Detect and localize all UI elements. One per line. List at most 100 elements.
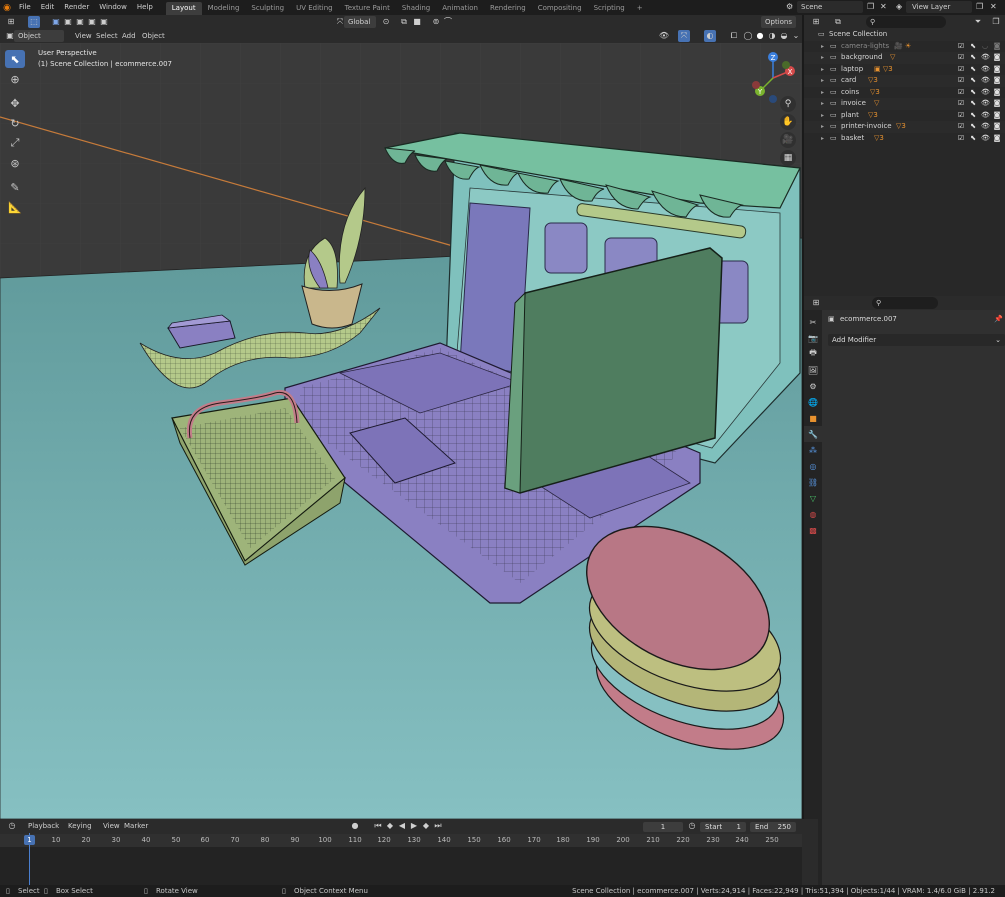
snap-icon[interactable]: ⧉ — [398, 16, 410, 28]
selectable-icon[interactable]: ⬉ — [969, 87, 977, 99]
current-frame-field[interactable]: 1 — [643, 822, 683, 832]
exclude-checkbox-icon[interactable]: ☑ — [957, 121, 965, 133]
move-tool-icon[interactable]: ✥ — [5, 94, 25, 112]
timeline-track-area[interactable] — [0, 847, 802, 885]
gizmo-toggle-icon[interactable]: ⤧ — [678, 30, 690, 42]
view-layer-tab-icon[interactable]: 🖼 — [804, 362, 822, 378]
select-intersect-icon[interactable]: ▣ — [98, 16, 110, 28]
tab-shading[interactable]: Shading — [396, 2, 436, 15]
rendered-shading-icon[interactable]: ◒ — [778, 30, 790, 42]
outliner-item[interactable]: ▸ ▭ basket ▽3 ☑ ⬉ 👁 ◙ — [804, 133, 1005, 145]
visibility-icon[interactable]: 👁 — [658, 30, 670, 42]
solid-shading-icon[interactable]: ● — [754, 30, 766, 42]
outliner-item[interactable]: ▸ ▭ camera-lights 🎥 ☀ ☑ ⬉ ◡ ◙ — [804, 41, 1005, 53]
zoom-icon[interactable]: ⚲ — [780, 96, 796, 112]
select-box-tool-icon[interactable]: ⬉ — [5, 50, 25, 68]
render-camera-icon[interactable]: ◙ — [993, 52, 1001, 64]
exclude-checkbox-icon[interactable]: ☑ — [957, 64, 965, 76]
menu-render[interactable]: Render — [59, 0, 94, 15]
rotate-tool-icon[interactable]: ↻ — [5, 114, 25, 132]
select-tool-icon[interactable]: ⬚ — [28, 16, 40, 28]
exclude-checkbox-icon[interactable]: ☑ — [957, 98, 965, 110]
expand-arrow-icon[interactable]: ▸ — [821, 52, 824, 64]
object-mode-select[interactable]: Object Mode — [14, 30, 64, 52]
editor-type-icon[interactable]: ⊞ — [5, 16, 17, 28]
camera-view-icon[interactable]: 🎥 — [780, 132, 796, 148]
start-frame-field[interactable]: Start 1 — [700, 822, 746, 832]
outliner-item[interactable]: ▸ ▭ laptop ▣ ▽3 ☑ ⬉ 👁 ◙ — [804, 64, 1005, 76]
view-layer-selector[interactable]: View Layer — [906, 1, 972, 13]
annotate-tool-icon[interactable]: ✎ — [5, 178, 25, 196]
outliner-item[interactable]: ▸ ▭ background ▽ ☑ ⬉ 👁 ◙ — [804, 52, 1005, 64]
options-button[interactable]: Options — [761, 16, 797, 28]
render-camera-icon[interactable]: ◙ — [993, 75, 1001, 87]
selectable-icon[interactable]: ⬉ — [969, 133, 977, 145]
tab-scripting[interactable]: Scripting — [588, 2, 631, 15]
physics-tab-icon[interactable]: ◎ — [804, 458, 822, 474]
hide-eye-icon[interactable]: 👁 — [981, 75, 990, 87]
scene-new-icon[interactable]: ❐ — [867, 2, 874, 11]
selectable-icon[interactable]: ⬉ — [969, 121, 977, 133]
exclude-checkbox-icon[interactable]: ☑ — [957, 41, 965, 53]
menu-window[interactable]: Window — [94, 0, 132, 15]
perspective-toggle-icon[interactable]: ▦ — [780, 150, 796, 166]
preview-range-icon[interactable]: ◷ — [686, 820, 698, 832]
select-new-icon[interactable]: ▣ — [50, 16, 62, 28]
proportional-edit-icon[interactable]: ⊚ — [430, 16, 442, 28]
selectable-icon[interactable]: ⬉ — [969, 41, 977, 53]
tab-uv-editing[interactable]: UV Editing — [290, 2, 339, 15]
tab-texture-paint[interactable]: Texture Paint — [339, 2, 396, 15]
render-tab-icon[interactable]: 📷 — [804, 330, 822, 346]
texture-tab-icon[interactable]: ▩ — [804, 522, 822, 538]
render-camera-icon[interactable]: ◙ — [993, 64, 1001, 76]
select-subtract-icon[interactable]: ▣ — [74, 16, 86, 28]
overlays-icon[interactable]: ◐ — [704, 30, 716, 42]
exclude-checkbox-icon[interactable]: ☑ — [957, 133, 965, 145]
proportional-falloff-icon[interactable]: ⌒ — [442, 16, 454, 28]
render-camera-icon[interactable]: ◙ — [993, 110, 1001, 122]
timeline-scrollbar[interactable] — [802, 819, 818, 885]
data-tab-icon[interactable]: ▽ — [804, 490, 822, 506]
render-camera-icon[interactable]: ◙ — [993, 41, 1001, 53]
exclude-checkbox-icon[interactable]: ☑ — [957, 75, 965, 87]
selectable-icon[interactable]: ⬉ — [969, 110, 977, 122]
expand-arrow-icon[interactable]: ▸ — [821, 133, 824, 145]
expand-arrow-icon[interactable]: ▸ — [821, 110, 824, 122]
display-mode-icon[interactable]: ⧉ — [832, 16, 844, 28]
material-shading-icon[interactable]: ◑ — [766, 30, 778, 42]
scene-delete-icon[interactable]: ✕ — [880, 2, 887, 11]
view-layer-delete-icon[interactable]: ✕ — [990, 2, 997, 11]
object-menu[interactable]: Object — [142, 30, 165, 42]
render-camera-icon[interactable]: ◙ — [993, 87, 1001, 99]
view-menu[interactable]: View — [75, 30, 92, 42]
end-frame-field[interactable]: End 250 — [750, 822, 796, 832]
hide-eye-icon[interactable]: 👁 — [981, 64, 990, 76]
world-tab-icon[interactable]: 🌐 — [804, 394, 822, 410]
properties-editor-type-icon[interactable]: ⊞ — [810, 297, 822, 309]
playhead-frame-tag[interactable]: 1 — [24, 835, 35, 845]
keying-menu[interactable]: Keying — [68, 820, 92, 832]
cursor-tool-icon[interactable]: ⊕ — [5, 70, 25, 88]
tab-animation[interactable]: Animation — [436, 2, 484, 15]
hide-eye-icon[interactable]: 👁 — [981, 87, 990, 99]
transform-tool-icon[interactable]: ⊛ — [5, 154, 25, 172]
play-icon[interactable]: ▶ — [408, 820, 420, 832]
timeline-editor-type-icon[interactable]: ◷ — [6, 820, 18, 832]
selectable-icon[interactable]: ⬉ — [969, 98, 977, 110]
selectable-icon[interactable]: ⬉ — [969, 64, 977, 76]
properties-search-input[interactable]: ⚲ — [872, 297, 938, 309]
menu-help[interactable]: Help — [132, 0, 158, 15]
hide-eye-icon[interactable]: ◡ — [981, 41, 989, 53]
blender-logo-icon[interactable]: ◉ — [0, 0, 14, 15]
hide-eye-icon[interactable]: 👁 — [981, 52, 990, 64]
selectable-icon[interactable]: ⬉ — [969, 52, 977, 64]
select-extend-icon[interactable]: ▣ — [62, 16, 74, 28]
menu-file[interactable]: File — [14, 0, 36, 15]
material-tab-icon[interactable]: ◍ — [804, 506, 822, 522]
timeline-ruler[interactable]: 1 10 20 30 40 50 60 70 80 90 100 110 120… — [0, 834, 802, 847]
outliner-search-input[interactable]: ⚲ — [866, 16, 946, 28]
scale-tool-icon[interactable]: ⤢ — [5, 134, 25, 152]
modifiers-tab-icon[interactable]: 🔧 — [804, 426, 822, 442]
timeline-view-menu[interactable]: View — [103, 820, 120, 832]
tool-tab-icon[interactable]: ✂ — [804, 314, 822, 330]
